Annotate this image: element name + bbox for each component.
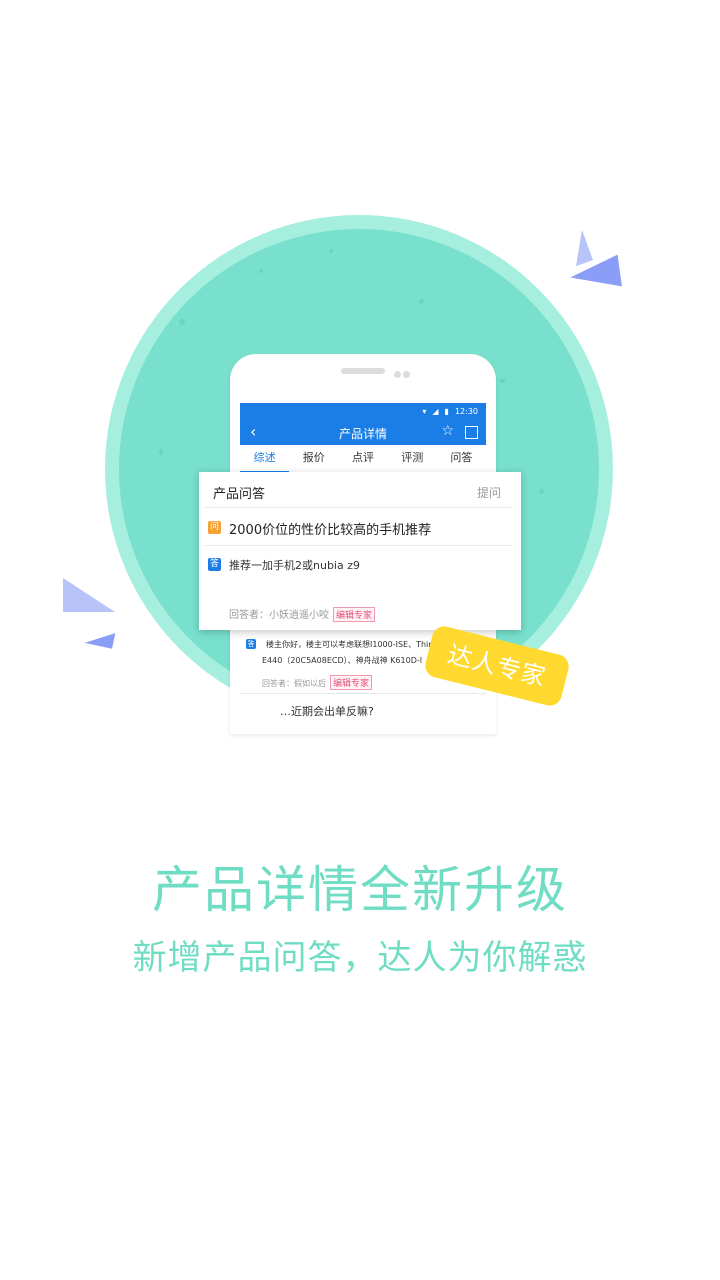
wifi-icon: ▾ xyxy=(422,406,427,416)
decor-triangle-top-large xyxy=(568,254,622,294)
ask-button[interactable]: 提问 xyxy=(477,484,501,501)
bg-answerer-label: 回答者：假如以后 xyxy=(262,679,326,688)
bg-next-question[interactable]: …近期会出单反嘛? xyxy=(280,703,374,719)
answer-badge: 答 xyxy=(208,558,221,571)
bg-answer-line2: E440（20C5A08ECD）、神舟战神 K610D-I xyxy=(262,656,423,665)
answerer-label: 回答者：小妖逍遥小咬 xyxy=(229,610,329,621)
answerer-tag: 编辑专家 xyxy=(333,607,376,622)
battery-icon: ▮ xyxy=(444,406,449,416)
qa-card: 产品问答 提问 问 2000价位的性价比较高的手机推荐 答 推荐一加手机2或nu… xyxy=(199,472,521,630)
tab-qa[interactable]: 问答 xyxy=(437,445,486,473)
card-title: 产品问答 xyxy=(213,487,266,502)
tab-overview[interactable]: 综述 xyxy=(240,445,290,473)
question-badge: 问 xyxy=(208,521,221,534)
phone-sensor xyxy=(403,371,410,378)
subheadline: 新增产品问答，达人为你解惑 xyxy=(132,938,588,978)
star-icon[interactable]: ☆ xyxy=(441,423,454,439)
divider xyxy=(205,507,513,508)
phone-camera xyxy=(394,371,401,378)
phone-speaker xyxy=(341,368,385,374)
answer-badge-bg: 答 xyxy=(246,639,256,649)
answerer-row: 回答者：小妖逍遥小咬 编辑专家 xyxy=(229,606,376,622)
divider xyxy=(205,545,513,546)
headline: 产品详情全新升级 xyxy=(152,861,568,919)
decor-triangle-left-large xyxy=(63,578,115,612)
status-bar: ▾ ◢ ▮ 12:30 xyxy=(240,403,486,419)
signal-icon: ◢ xyxy=(432,406,439,416)
tab-evaluation[interactable]: 评测 xyxy=(388,445,437,473)
share-icon[interactable] xyxy=(465,426,478,439)
status-time: 12:30 xyxy=(454,406,478,416)
answer-text[interactable]: 推荐一加手机2或nubia z9 xyxy=(229,557,360,573)
bg-answerer-tag: 编辑专家 xyxy=(330,675,373,690)
decor-triangle-left-small xyxy=(84,627,116,649)
tab-review[interactable]: 点评 xyxy=(338,445,387,473)
bg-answer-line1: 楼主你好，楼主可以考虑联想I1000-ISE、ThinkPad xyxy=(266,640,453,649)
tab-bar: 综述 报价 点评 评测 问答 xyxy=(240,445,486,474)
tab-price[interactable]: 报价 xyxy=(289,445,338,473)
nav-bar: ‹ 产品详情 ☆ xyxy=(240,419,486,445)
question-text[interactable]: 2000价位的性价比较高的手机推荐 xyxy=(229,519,431,538)
